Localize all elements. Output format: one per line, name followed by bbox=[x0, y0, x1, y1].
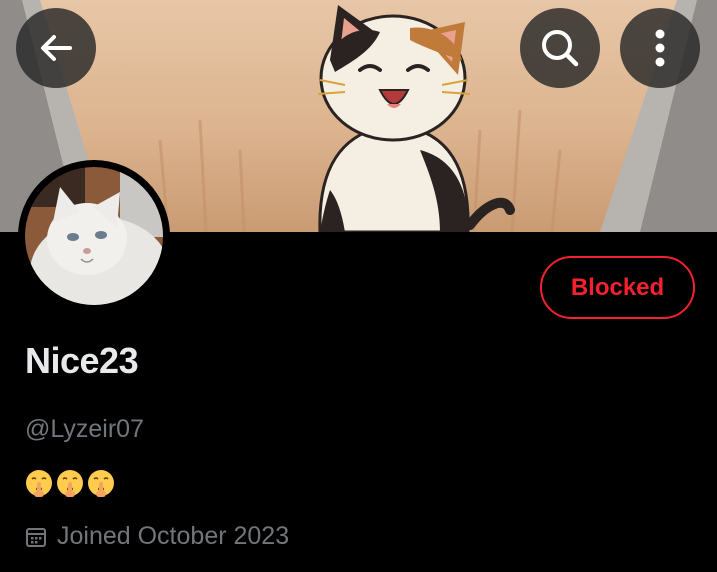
shushing-face-emoji bbox=[26, 470, 52, 497]
search-icon bbox=[542, 30, 579, 67]
avatar-image bbox=[25, 167, 163, 305]
profile-avatar[interactable] bbox=[18, 160, 170, 312]
bio bbox=[24, 468, 116, 498]
more-options-button[interactable] bbox=[620, 8, 700, 88]
more-vertical-icon bbox=[655, 29, 665, 67]
joined-text: Joined October 2023 bbox=[57, 522, 290, 550]
display-name: Nice23 bbox=[25, 340, 139, 381]
joined-date: Joined October 2023 bbox=[25, 522, 289, 551]
back-button[interactable] bbox=[16, 8, 96, 88]
shushing-face-emoji bbox=[88, 470, 114, 497]
shushing-face-emoji bbox=[57, 470, 83, 497]
arrow-left-icon bbox=[41, 35, 72, 61]
blocked-button[interactable]: Blocked bbox=[540, 256, 695, 319]
search-button[interactable] bbox=[520, 8, 600, 88]
calendar-icon bbox=[26, 527, 46, 547]
user-handle: @Lyzeir07 bbox=[25, 415, 144, 443]
